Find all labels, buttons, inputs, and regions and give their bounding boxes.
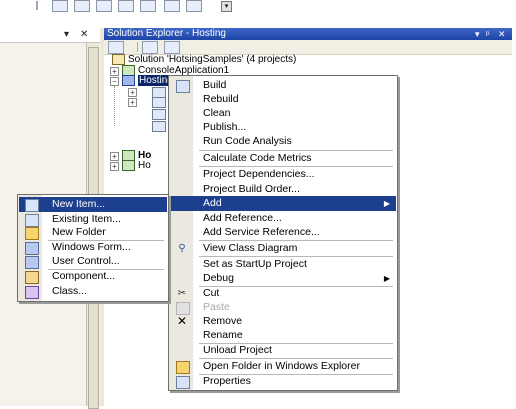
toolbar-separator	[137, 42, 138, 52]
menu-item-rename[interactable]: Rename	[170, 328, 396, 343]
folder-icon	[25, 227, 39, 240]
solution-explorer-title-bar: Solution Explorer - Hosting ▾ ᵖ ✕	[104, 28, 512, 40]
project-context-menu: Build Rebuild Clean Publish... Run Code …	[168, 75, 398, 391]
left-panel-pin-dropdown[interactable]: ▾	[64, 29, 69, 40]
show-all-files-button[interactable]	[142, 41, 158, 54]
submenu-item-user-control[interactable]: User Control...	[19, 254, 167, 269]
user-control-icon	[25, 256, 39, 269]
new-item-icon	[25, 199, 39, 212]
menu-item-debug[interactable]: Debug ▶	[170, 271, 396, 286]
menu-item-publish[interactable]: Publish...	[170, 120, 396, 135]
tree-project-node[interactable]: Ho	[122, 160, 151, 171]
properties-icon	[176, 376, 190, 389]
scissors-icon: ✂	[177, 288, 187, 299]
submenu-arrow-icon: ▶	[383, 274, 390, 283]
submenu-arrow-icon: ▶	[383, 199, 390, 208]
toolbar-button-6[interactable]	[164, 0, 180, 12]
menu-item-remove[interactable]: ✕ Remove	[170, 314, 396, 329]
menu-item-open-folder[interactable]: Open Folder in Windows Explorer	[170, 359, 396, 374]
refresh-button[interactable]	[164, 41, 180, 54]
tree-project-node-selected[interactable]: Hosting	[122, 75, 174, 87]
toolbar-button-1[interactable]	[52, 0, 68, 12]
menu-item-add-reference[interactable]: Add Reference...	[170, 211, 396, 226]
left-panel-close-button[interactable]: ✕	[80, 29, 88, 40]
menu-item-cut[interactable]: ✂ Cut	[170, 286, 396, 301]
menu-item-paste[interactable]: Paste	[170, 300, 396, 315]
menu-item-rebuild[interactable]: Rebuild	[170, 92, 396, 107]
submenu-item-new-item[interactable]: New Item...	[19, 197, 167, 212]
menu-item-view-class-diagram[interactable]: ⚲ View Class Diagram	[170, 241, 396, 256]
remove-x-icon: ✕	[176, 314, 188, 328]
class-icon	[25, 286, 39, 299]
menu-item-set-startup-project[interactable]: Set as StartUp Project	[170, 257, 396, 272]
expand-toggle[interactable]: +	[128, 88, 137, 97]
add-submenu: New Item... Existing Item... New Folder …	[17, 194, 169, 302]
project-icon	[122, 75, 135, 86]
open-folder-icon	[176, 361, 190, 374]
component-icon	[25, 271, 39, 284]
title-pin-icon[interactable]: ᵖ	[486, 28, 489, 40]
file-icon[interactable]	[152, 97, 166, 108]
toolbar-button-5[interactable]	[140, 0, 156, 12]
toolbar-grip	[36, 1, 38, 10]
menu-item-project-dependencies[interactable]: Project Dependencies...	[170, 167, 396, 182]
left-panel-header: ▾ ✕	[0, 28, 100, 43]
top-toolbar: ▾	[0, 0, 516, 12]
solution-icon	[112, 54, 125, 65]
tree-guide-line	[114, 86, 115, 126]
toolbar-button-7[interactable]	[186, 0, 202, 12]
toolbar-button-4[interactable]	[118, 0, 134, 12]
title-close-icon[interactable]: ✕	[498, 28, 506, 40]
submenu-item-windows-form[interactable]: Windows Form...	[19, 240, 167, 255]
toolbar-button-2[interactable]	[74, 0, 90, 12]
menu-item-build[interactable]: Build	[170, 78, 396, 93]
properties-button[interactable]	[108, 41, 124, 54]
project-icon	[122, 160, 135, 171]
solution-explorer-toolbar	[104, 40, 512, 55]
file-icon[interactable]	[152, 109, 166, 120]
toolbar-overflow-dropdown[interactable]: ▾	[221, 1, 232, 12]
menu-item-add[interactable]: Add ▶	[170, 196, 396, 211]
expand-toggle[interactable]: +	[128, 98, 137, 107]
menu-item-project-build-order[interactable]: Project Build Order...	[170, 182, 396, 197]
menu-item-properties[interactable]: Properties	[170, 374, 396, 389]
tree-solution-node[interactable]: Solution 'HotsingSamples' (4 projects)	[112, 54, 296, 65]
menu-item-calculate-code-metrics[interactable]: Calculate Code Metrics	[170, 151, 396, 166]
class-diagram-icon: ⚲	[178, 243, 186, 254]
menu-item-run-code-analysis[interactable]: Run Code Analysis	[170, 134, 396, 149]
expand-toggle[interactable]: +	[110, 67, 119, 76]
menu-item-unload-project[interactable]: Unload Project	[170, 343, 396, 358]
menu-item-clean[interactable]: Clean	[170, 106, 396, 121]
submenu-item-component[interactable]: Component...	[19, 269, 167, 284]
expand-toggle[interactable]: +	[110, 162, 119, 171]
toolbar-button-3[interactable]	[96, 0, 112, 12]
collapse-toggle[interactable]: −	[110, 77, 119, 86]
title-dropdown-icon[interactable]: ▾	[475, 28, 480, 40]
submenu-item-class[interactable]: Class...	[19, 284, 167, 299]
solution-explorer-title: Solution Explorer - Hosting	[107, 28, 226, 39]
expand-toggle[interactable]: +	[110, 152, 119, 161]
menu-item-add-service-reference[interactable]: Add Service Reference...	[170, 225, 396, 240]
submenu-item-new-folder[interactable]: New Folder	[19, 225, 167, 240]
file-icon[interactable]	[152, 121, 166, 132]
